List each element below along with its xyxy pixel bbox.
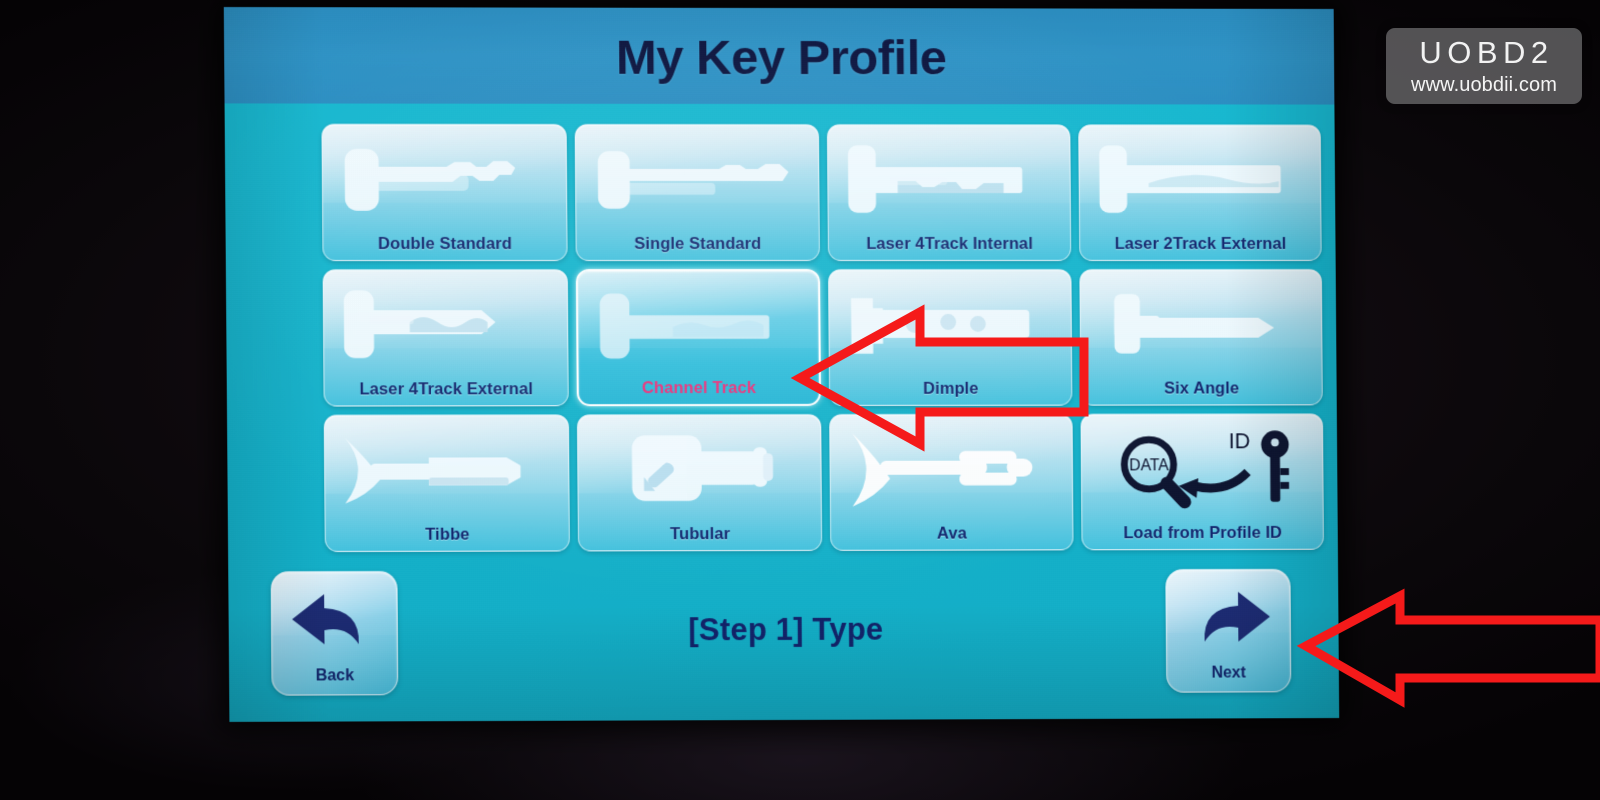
tubular-key-icon — [578, 421, 821, 517]
data-search-id-key-icon: DATA ID — [1082, 420, 1323, 516]
tile-label: Laser 2Track External — [1114, 235, 1287, 253]
tile-channel-track[interactable]: Channel Track — [575, 268, 822, 407]
key-type-grid: Double Standard Single Standard Laser 4T… — [321, 123, 1339, 553]
laser-4track-internal-key-icon — [828, 131, 1070, 227]
tile-load-from-profile-id[interactable]: DATA ID Load from Profile ID — [1080, 413, 1325, 551]
tile-label: Six Angle — [1164, 379, 1240, 398]
tile-dimple[interactable]: Dimple — [828, 268, 1073, 406]
id-text: ID — [1229, 429, 1251, 454]
back-button-label: Back — [315, 667, 355, 685]
device-screen: My Key Profile Double Standard Single St… — [223, 7, 1340, 722]
tile-ava[interactable]: Ava — [829, 413, 1074, 551]
tile-laser-4track-external[interactable]: Laser 4Track External — [322, 269, 569, 407]
tile-label: Laser 4Track External — [359, 380, 534, 399]
channel-track-key-icon — [578, 277, 819, 373]
laser-2track-external-key-icon — [1079, 131, 1320, 227]
tile-label: Laser 4Track Internal — [866, 234, 1034, 253]
tile-label: Ava — [936, 524, 967, 543]
page-title: My Key Profile — [615, 30, 947, 86]
tile-double-standard[interactable]: Double Standard — [321, 123, 568, 262]
dimple-key-icon — [829, 276, 1071, 372]
tile-label: Channel Track — [641, 379, 757, 398]
tile-tubular[interactable]: Tubular — [576, 413, 823, 552]
six-angle-key-icon — [1080, 276, 1321, 372]
tile-label: Tibbe — [425, 525, 470, 544]
key-glyph — [1261, 430, 1290, 502]
magnifier-data-text: DATA — [1129, 457, 1169, 474]
watermark-url: www.uobdii.com — [1411, 74, 1557, 96]
tile-laser-2track-external[interactable]: Laser 2Track External — [1078, 124, 1322, 261]
tile-label: Load from Profile ID — [1123, 523, 1283, 543]
tile-label: Single Standard — [634, 234, 762, 253]
single-standard-key-icon — [576, 131, 819, 227]
laser-4track-external-key-icon — [324, 276, 568, 372]
tile-laser-4track-internal[interactable]: Laser 4Track Internal — [826, 124, 1072, 261]
tibbe-key-icon — [325, 421, 569, 518]
tile-single-standard[interactable]: Single Standard — [574, 123, 820, 262]
tile-label: Tubular — [669, 525, 731, 544]
ava-key-icon — [830, 421, 1072, 517]
tile-tibbe[interactable]: Tibbe — [323, 414, 570, 553]
double-standard-key-icon — [322, 131, 566, 227]
footer-bar: [Step 1] Type Back Next — [228, 559, 1339, 722]
tile-label: Double Standard — [377, 234, 513, 254]
watermark-brand: UOBD2 — [1419, 35, 1554, 70]
tile-label: Dimple — [922, 379, 979, 398]
tile-six-angle[interactable]: Six Angle — [1079, 268, 1323, 406]
step-label: [Step 1] Type — [688, 611, 884, 648]
uobd2-watermark: UOBD2 www.uobdii.com — [1386, 28, 1582, 104]
next-button-label: Next — [1211, 664, 1246, 682]
header-bar: My Key Profile — [223, 7, 1335, 105]
